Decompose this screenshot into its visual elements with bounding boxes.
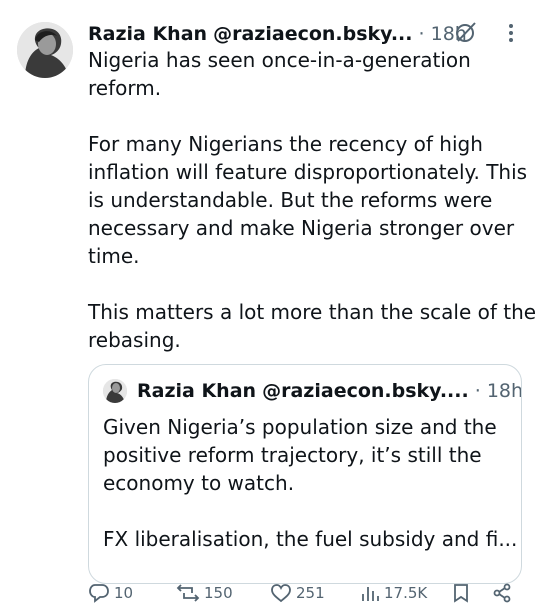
quoted-line-gap xyxy=(103,497,513,525)
reply-button[interactable]: 10 xyxy=(88,582,133,604)
action-bar: 10 150 251 17.5K xyxy=(88,578,528,608)
quoted-line: economy to watch. xyxy=(103,471,295,495)
share-button[interactable] xyxy=(492,582,512,604)
post-line-gap xyxy=(88,270,528,298)
like-count: 251 xyxy=(296,584,325,602)
quoted-time: 18h xyxy=(486,380,522,402)
quoted-time-separator: · xyxy=(474,380,481,402)
bookmark-icon xyxy=(452,583,470,603)
views-count: 17.5K xyxy=(384,584,428,602)
post-line: time. xyxy=(88,244,140,268)
quoted-text: Given Nigeria’s population size and the … xyxy=(103,413,518,553)
quoted-line: positive reform trajectory, it’s still t… xyxy=(103,443,482,467)
grok-icon[interactable] xyxy=(454,20,478,44)
reply-count: 10 xyxy=(114,584,134,602)
repost-icon xyxy=(176,583,200,603)
post-line: is understandable. But the reforms were xyxy=(88,188,493,212)
quoted-line: FX liberalisation, the fuel subsidy and … xyxy=(103,527,518,551)
repost-button[interactable]: 150 xyxy=(176,582,233,604)
author-avatar[interactable] xyxy=(17,22,73,78)
post-line-gap xyxy=(88,102,528,130)
post-line: inflation will feature disproportionatel… xyxy=(88,160,528,184)
post-text: Nigeria has seen once-in-a-generation re… xyxy=(88,46,537,354)
quoted-author-avatar xyxy=(103,379,127,403)
post-line: For many Nigerians the recency of high xyxy=(88,132,483,156)
time-separator: · xyxy=(418,23,425,45)
tweet[interactable]: Razia Khan @raziaecon.bsky... · 18h Nige… xyxy=(0,0,540,603)
reply-icon xyxy=(88,583,110,603)
repost-count: 150 xyxy=(204,584,233,602)
bookmark-button[interactable] xyxy=(452,582,470,604)
like-icon xyxy=(270,583,292,603)
views-icon xyxy=(360,583,380,603)
more-dots-icon[interactable] xyxy=(504,22,518,44)
post-line: necessary and make Nigeria stronger over xyxy=(88,216,515,240)
quoted-author-handle: @raziaecon.bsky.... xyxy=(262,380,469,402)
quoted-post[interactable]: Razia Khan @raziaecon.bsky.... · 18h Giv… xyxy=(88,364,522,584)
post-line: reform. xyxy=(88,76,162,100)
author-handle[interactable]: @raziaecon.bsky... xyxy=(213,23,412,45)
views-button[interactable]: 17.5K xyxy=(360,582,427,604)
quoted-header: Razia Khan @raziaecon.bsky.... · 18h xyxy=(137,376,522,406)
share-icon xyxy=(492,583,512,603)
post-line: rebasing. xyxy=(88,328,181,352)
post-line: This matters a lot more than the scale o… xyxy=(88,300,537,324)
quoted-line: Given Nigeria’s population size and the xyxy=(103,415,497,439)
like-button[interactable]: 251 xyxy=(270,582,325,604)
author-name[interactable]: Razia Khan xyxy=(88,23,207,45)
post-line: Nigeria has seen once-in-a-generation xyxy=(88,48,471,72)
quoted-author-name: Razia Khan xyxy=(137,380,257,402)
